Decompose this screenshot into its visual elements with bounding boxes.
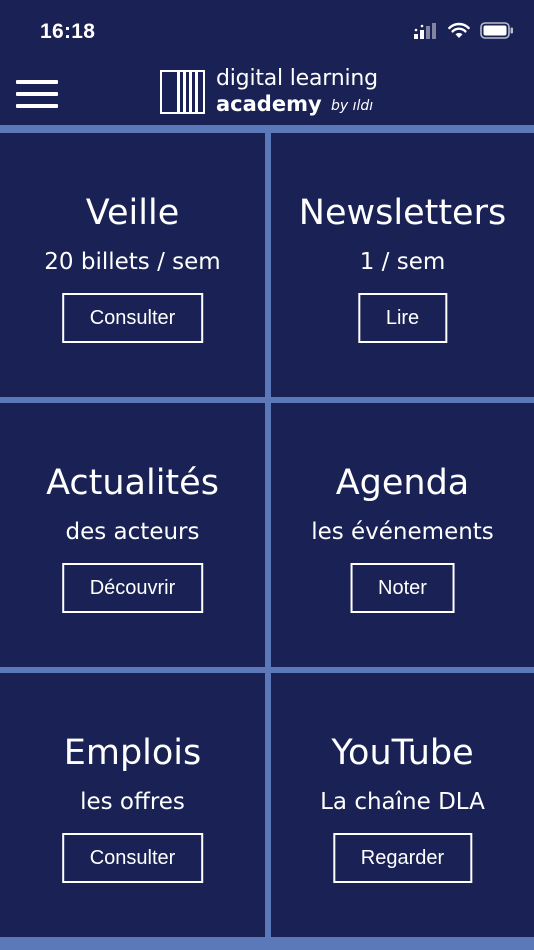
menu-icon-bar <box>16 104 58 108</box>
wifi-icon <box>448 22 470 38</box>
tile-title: Actualités <box>46 463 219 503</box>
app-screen: 16:18 digital learning academy by ıldı V… <box>0 0 534 950</box>
status-time: 16:18 <box>40 20 96 43</box>
tile-subtitle: les offres <box>80 789 185 815</box>
tile-title: YouTube <box>331 733 474 773</box>
menu-icon-bar <box>16 80 58 84</box>
status-icons <box>414 22 514 39</box>
tile-title: Newsletters <box>298 193 507 233</box>
noter-agenda-button[interactable]: Noter <box>350 563 455 613</box>
tile-veille: Veille 20 billets / sem Consulter <box>0 133 265 397</box>
tile-title: Emplois <box>63 733 202 773</box>
tile-subtitle: les événements <box>311 519 494 545</box>
battery-icon <box>480 22 513 39</box>
tile-title: Agenda <box>335 463 470 503</box>
logo-barcode-icon <box>160 70 205 114</box>
tile-newsletters: Newsletters 1 / sem Lire <box>271 133 534 397</box>
logo-text-academy: academy <box>216 92 322 116</box>
regarder-youtube-button[interactable]: Regarder <box>332 833 473 883</box>
tile-agenda: Agenda les événements Noter <box>271 403 534 667</box>
menu-icon[interactable] <box>16 80 58 110</box>
consulter-veille-button[interactable]: Consulter <box>61 293 204 343</box>
tile-youtube: YouTube La chaîne DLA Regarder <box>271 673 534 937</box>
tile-emplois: Emplois les offres Consulter <box>0 673 265 937</box>
logo-text-by: by ıldı <box>331 98 374 114</box>
cellular-signal-icon <box>414 22 436 39</box>
consulter-emplois-button[interactable]: Consulter <box>61 833 204 883</box>
menu-icon-bar <box>16 92 58 96</box>
tile-subtitle: 1 / sem <box>359 249 446 275</box>
tile-title: Veille <box>85 193 180 233</box>
logo-text-digital-learning: digital learning <box>216 66 378 91</box>
tile-actualites: Actualités des acteurs Découvrir <box>0 403 265 667</box>
lire-newsletters-button[interactable]: Lire <box>357 293 448 343</box>
decouvrir-actualites-button[interactable]: Découvrir <box>61 563 204 613</box>
tile-subtitle: 20 billets / sem <box>44 249 221 275</box>
tile-subtitle: des acteurs <box>65 519 200 545</box>
tile-subtitle: La chaîne DLA <box>320 789 485 815</box>
top-bar: 16:18 digital learning academy by ıldı <box>0 0 534 125</box>
app-logo: digital learning academy by ıldı <box>160 66 380 117</box>
